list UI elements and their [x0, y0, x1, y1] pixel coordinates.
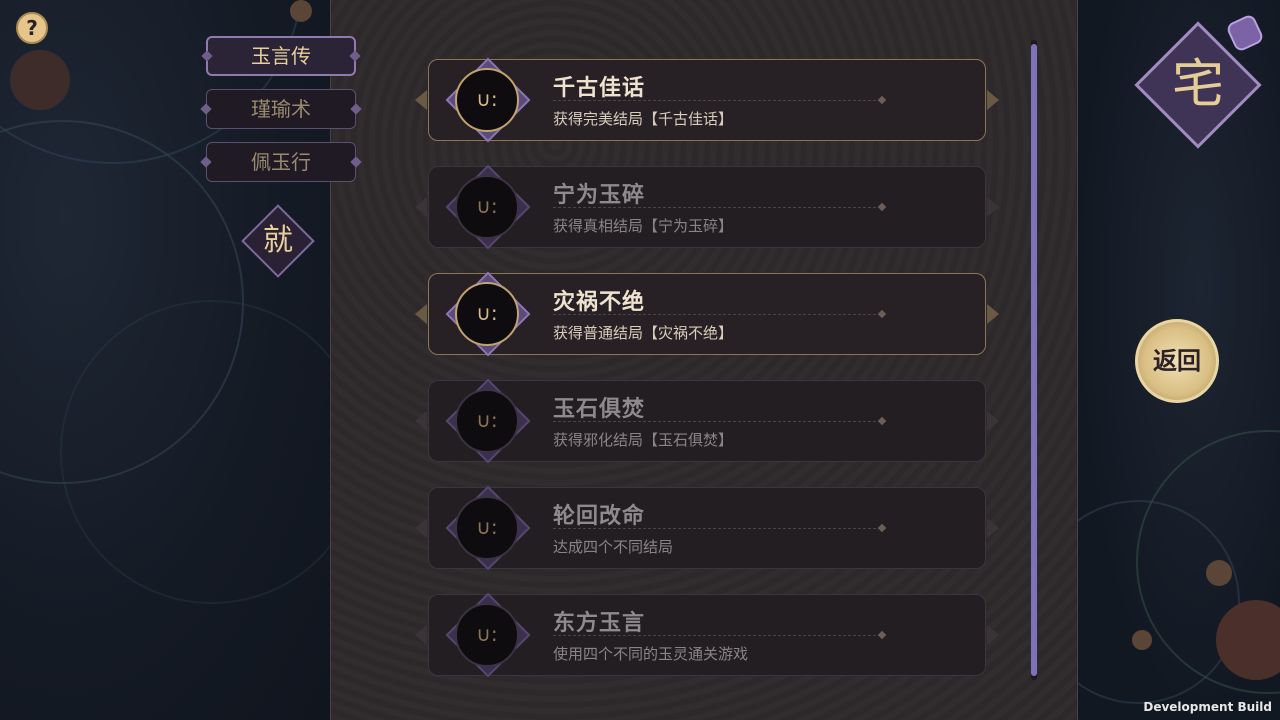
- divider-dot: [877, 309, 887, 319]
- achievement-description: 获得完美结局【千古佳话】: [553, 110, 734, 128]
- achievement-item[interactable]: ∪: 千古佳话 获得完美结局【千古佳话】: [415, 57, 999, 143]
- jade-icon: ∪:: [455, 175, 519, 239]
- home-button[interactable]: 宅: [1153, 40, 1243, 130]
- achievement-description: 获得邪化结局【玉石俱焚】: [553, 431, 734, 449]
- decorative-dot: [290, 0, 312, 22]
- ornament-right: [987, 197, 999, 217]
- ornament-left: [415, 197, 427, 217]
- achievement-item[interactable]: ∪: 轮回改命 达成四个不同结局: [415, 485, 999, 571]
- ornament-right: [987, 625, 999, 645]
- divider: [553, 635, 881, 636]
- achievement-item[interactable]: ∪: 宁为玉碎 获得真相结局【宁为玉碎】: [415, 164, 999, 250]
- jade-icon: ∪:: [455, 68, 519, 132]
- help-button[interactable]: ?: [16, 12, 48, 44]
- achievement-title: 灾祸不绝: [553, 290, 646, 315]
- divider-dot: [877, 416, 887, 426]
- divider-dot: [877, 523, 887, 533]
- achievement-description: 达成四个不同结局: [553, 538, 674, 556]
- divider-dot: [877, 202, 887, 212]
- jade-icon: ∪:: [455, 603, 519, 667]
- ornament-right: [987, 90, 999, 110]
- decorative-dot: [1132, 630, 1152, 650]
- achievement-title: 千古佳话: [553, 76, 646, 101]
- achievement-title: 轮回改命: [553, 504, 646, 529]
- achievement-title: 东方玉言: [553, 611, 646, 636]
- achievement-item[interactable]: ∪: 灾祸不绝 获得普通结局【灾祸不绝】: [415, 271, 999, 357]
- achievement-title: 玉石俱焚: [553, 397, 646, 422]
- ornament-right: [987, 411, 999, 431]
- jade-icon: ∪:: [455, 282, 519, 346]
- build-label: Development Build: [1143, 700, 1272, 714]
- achievement-description: 获得真相结局【宁为玉碎】: [553, 217, 734, 235]
- achievement-item[interactable]: ∪: 东方玉言 使用四个不同的玉灵通关游戏: [415, 592, 999, 678]
- decorative-dot: [10, 50, 70, 110]
- scrollbar-thumb[interactable]: [1031, 44, 1037, 676]
- ornament-right: [987, 518, 999, 538]
- tab-peiyuxing[interactable]: 佩玉行: [206, 142, 356, 182]
- return-button[interactable]: 返回: [1135, 319, 1219, 403]
- ornament-left: [415, 304, 427, 324]
- divider: [553, 528, 881, 529]
- tab-jinyushu[interactable]: 瑾瑜术: [206, 89, 356, 129]
- divider: [553, 207, 881, 208]
- tab-yuyanzhuan[interactable]: 玉言传: [206, 36, 356, 76]
- ornament-left: [415, 518, 427, 538]
- divider-dot: [877, 630, 887, 640]
- ornament-right: [987, 304, 999, 324]
- divider: [553, 314, 881, 315]
- achievement-description: 获得普通结局【灾祸不绝】: [553, 324, 734, 342]
- divider: [553, 100, 881, 101]
- ornament-left: [415, 90, 427, 110]
- ornament-left: [415, 625, 427, 645]
- achievement-title: 宁为玉碎: [553, 183, 646, 208]
- decorative-dot: [1206, 560, 1232, 586]
- achievement-description: 使用四个不同的玉灵通关游戏: [553, 645, 749, 663]
- divider-dot: [877, 95, 887, 105]
- jade-icon: ∪:: [455, 389, 519, 453]
- ornament-left: [415, 411, 427, 431]
- achievement-badge-label: 就: [263, 223, 293, 258]
- divider: [553, 421, 881, 422]
- achievement-item[interactable]: ∪: 玉石俱焚 获得邪化结局【玉石俱焚】: [415, 378, 999, 464]
- jade-icon: ∪:: [455, 496, 519, 560]
